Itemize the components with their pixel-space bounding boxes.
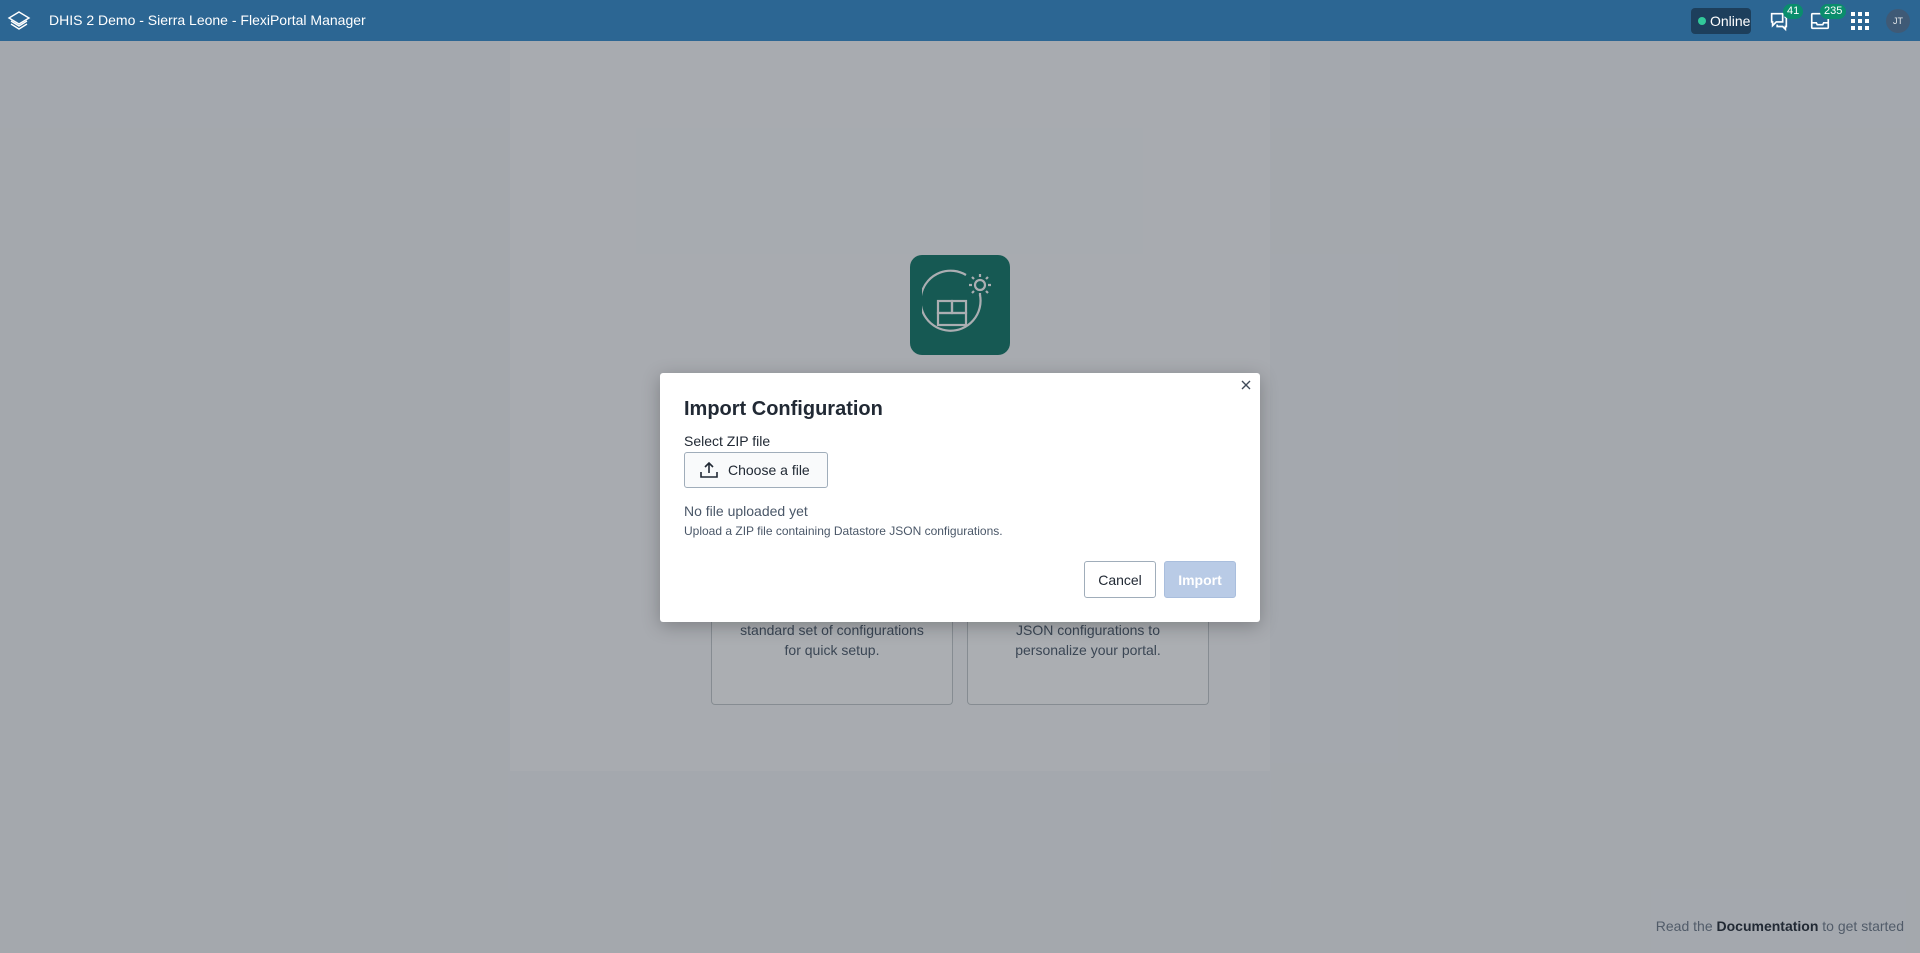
online-dot-icon	[1698, 17, 1706, 25]
apps-menu-button[interactable]	[1847, 8, 1873, 34]
interpretations-badge: 235	[1820, 4, 1847, 19]
header-bar: DHIS 2 Demo - Sierra Leone - FlexiPortal…	[0, 0, 1920, 41]
modal-title: Import Configuration	[684, 398, 883, 420]
apps-grid-icon	[1851, 12, 1869, 30]
app-title: DHIS 2 Demo - Sierra Leone - FlexiPortal…	[49, 12, 366, 28]
cancel-button[interactable]: Cancel	[1084, 561, 1156, 598]
upload-status: No file uploaded yet	[684, 503, 808, 519]
file-field-label: Select ZIP file	[684, 433, 771, 449]
user-avatar[interactable]: JT	[1886, 9, 1910, 33]
choose-file-button[interactable]: Choose a file	[684, 452, 828, 488]
close-icon	[1241, 380, 1251, 390]
messages-button[interactable]: 41	[1766, 4, 1804, 34]
import-configuration-modal: Import Configuration Select ZIP file Cho…	[660, 373, 1260, 622]
upload-icon	[700, 461, 718, 478]
import-button[interactable]: Import	[1164, 561, 1236, 598]
messages-badge: 41	[1783, 4, 1804, 19]
online-label: Online	[1710, 13, 1751, 29]
close-button[interactable]	[1238, 377, 1254, 393]
interpretations-button[interactable]: 235	[1807, 4, 1847, 34]
choose-file-label: Choose a file	[728, 462, 810, 478]
upload-help-text: Upload a ZIP file containing Datastore J…	[684, 524, 1003, 538]
dhis2-logo-icon[interactable]	[7, 9, 31, 33]
online-status: Online	[1691, 8, 1751, 34]
